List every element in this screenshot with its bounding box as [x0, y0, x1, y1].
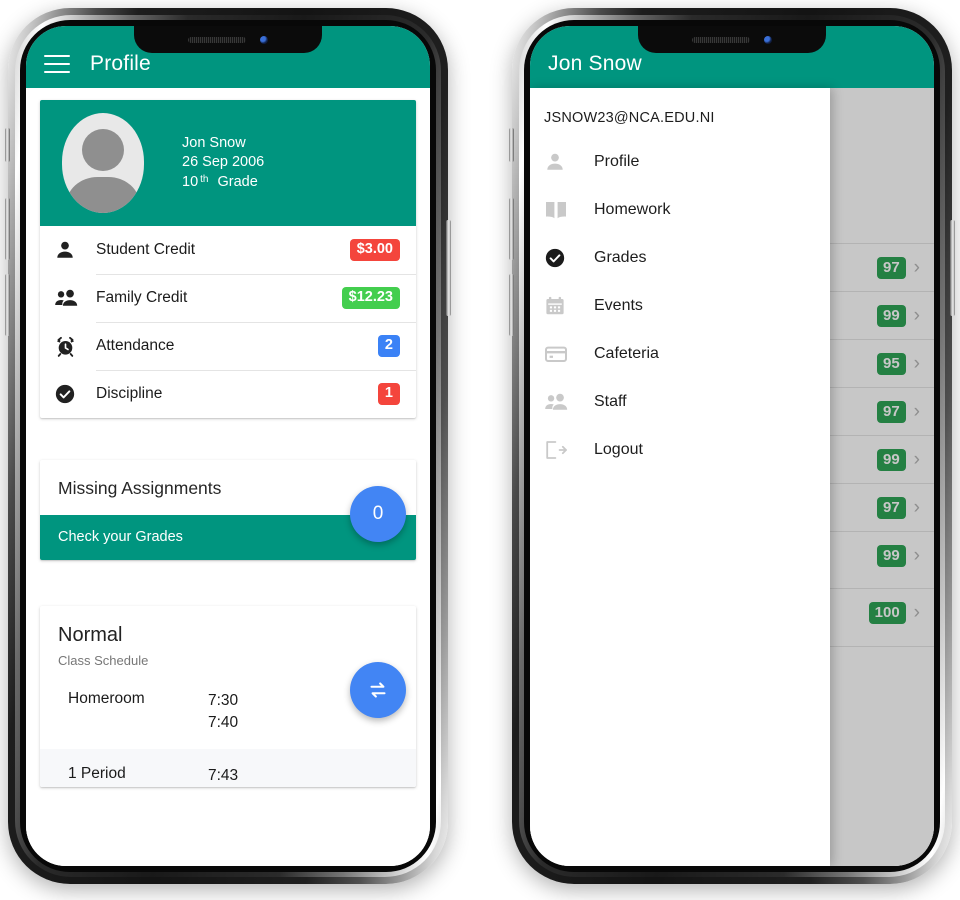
- book-icon: [544, 199, 594, 221]
- drawer-item-events[interactable]: Events: [530, 282, 830, 330]
- people-icon: [544, 391, 594, 413]
- volume-down-button[interactable]: [5, 274, 10, 336]
- summary-row-discipline[interactable]: Discipline 1: [40, 370, 416, 418]
- schedule-subtitle: Class Schedule: [58, 653, 149, 668]
- earpiece-speaker: [188, 36, 246, 43]
- schedule-title: Normal: [58, 624, 123, 646]
- profile-scroll-area[interactable]: Jon Snow 26 Sep 2006 10 th Grade Student…: [26, 100, 430, 866]
- power-button[interactable]: [446, 220, 451, 316]
- student-birthdate: 26 Sep 2006: [182, 154, 265, 171]
- volume-up-button[interactable]: [5, 198, 10, 260]
- drawer-item-label: Staff: [594, 393, 627, 410]
- drawer-item-homework[interactable]: Homework: [530, 186, 830, 234]
- drawer-item-label: Grades: [594, 249, 647, 266]
- schedule-period-times: 7:43: [208, 765, 238, 787]
- profile-header: Jon Snow 26 Sep 2006 10 th Grade: [40, 100, 416, 226]
- person-icon: [544, 151, 594, 173]
- summary-row-student-credit[interactable]: Student Credit $3.00: [40, 226, 416, 274]
- schedule-period-times: 7:30 7:40: [208, 690, 238, 735]
- navigation-drawer: JSNOW23@NCA.EDU.NI Profile Homework Grad…: [530, 88, 830, 866]
- drawer-item-logout[interactable]: Logout: [530, 426, 830, 474]
- credit-card-icon: [544, 344, 594, 364]
- grade-suffix: th: [200, 173, 209, 185]
- left-phone-screen: Profile Jon Snow 26 Sep 2006 10 th Grade…: [26, 26, 430, 866]
- drawer-item-label: Homework: [594, 201, 671, 218]
- right-phone-screen: Jon Snow 97 › 99 › 95 › 97 › 99 › 97 › 9…: [530, 26, 934, 866]
- schedule-row[interactable]: 1 Period 7:43: [40, 748, 416, 788]
- profile-info: Jon Snow 26 Sep 2006 10 th Grade: [182, 134, 264, 192]
- schedule-period-name: Homeroom: [68, 690, 145, 707]
- status-badge: $3.00: [349, 238, 400, 262]
- schedule-period-name: 1 Period: [68, 764, 126, 782]
- summary-row-label: Attendance: [96, 337, 175, 354]
- schedule-start-time: 7:30: [208, 692, 239, 709]
- hamburger-menu-icon[interactable]: [44, 55, 70, 73]
- drawer-item-grades[interactable]: Grades: [530, 234, 830, 282]
- drawer-item-label: Events: [594, 297, 643, 314]
- volume-down-button[interactable]: [509, 274, 514, 336]
- phone-notch: [134, 26, 322, 53]
- summary-row-label: Discipline: [96, 385, 163, 402]
- right-phone: Jon Snow 97 › 99 › 95 › 97 › 99 › 97 › 9…: [509, 8, 955, 884]
- summary-row-attendance[interactable]: Attendance 2: [40, 322, 416, 370]
- schedule-end-time: 7:40: [208, 714, 239, 732]
- drawer-item-label: Cafeteria: [594, 345, 659, 362]
- mute-switch[interactable]: [5, 128, 10, 162]
- drawer-item-staff[interactable]: Staff: [530, 378, 830, 426]
- logout-icon: [544, 439, 594, 461]
- check-circle-icon: [544, 247, 594, 269]
- alarm-clock-icon: [54, 335, 96, 358]
- avatar: [62, 113, 144, 213]
- grade-word: Grade: [217, 173, 258, 190]
- front-camera: [260, 35, 268, 44]
- phone-notch: [638, 26, 826, 53]
- status-badge: 2: [377, 334, 400, 358]
- grade-number: 10: [182, 173, 199, 190]
- schedule-start-time: 7:43: [208, 766, 239, 784]
- swap-schedule-fab[interactable]: [350, 662, 406, 718]
- mute-switch[interactable]: [509, 128, 514, 162]
- volume-up-button[interactable]: [509, 198, 514, 260]
- drawer-item-label: Profile: [594, 153, 640, 170]
- missing-count-label: 0: [372, 503, 384, 524]
- account-email: JSNOW23@NCA.EDU.NI: [544, 110, 715, 126]
- front-camera: [764, 35, 772, 44]
- page-title: Jon Snow: [548, 52, 642, 75]
- drawer-item-profile[interactable]: Profile: [530, 138, 830, 186]
- profile-card: Jon Snow 26 Sep 2006 10 th Grade Student…: [40, 100, 416, 418]
- summary-row-family-credit[interactable]: Family Credit $12.23: [40, 274, 416, 322]
- status-badge: 1: [377, 382, 400, 406]
- summary-row-label: Student Credit: [96, 241, 196, 258]
- person-icon: [54, 239, 96, 261]
- left-phone: Profile Jon Snow 26 Sep 2006 10 th Grade…: [5, 8, 451, 884]
- check-circle-icon: [54, 383, 96, 405]
- page-title: Profile: [90, 52, 151, 75]
- drawer-item-cafeteria[interactable]: Cafeteria: [530, 330, 830, 378]
- calendar-icon: [544, 295, 594, 317]
- missing-count-fab[interactable]: 0: [350, 486, 406, 542]
- student-name: Jon Snow: [182, 135, 246, 152]
- student-grade: 10 th Grade: [182, 173, 264, 192]
- mockup-stage: Profile Jon Snow 26 Sep 2006 10 th Grade…: [0, 0, 960, 900]
- summary-row-label: Family Credit: [96, 289, 188, 306]
- swap-arrows-icon: [370, 682, 386, 698]
- power-button[interactable]: [950, 220, 955, 316]
- people-icon: [54, 287, 96, 309]
- earpiece-speaker: [692, 36, 750, 43]
- drawer-item-label: Logout: [594, 441, 643, 458]
- drawer-overlay-area: 97 › 99 › 95 › 97 › 99 › 97 › 99 › 100 ›…: [530, 88, 934, 866]
- status-badge: $12.23: [341, 286, 400, 310]
